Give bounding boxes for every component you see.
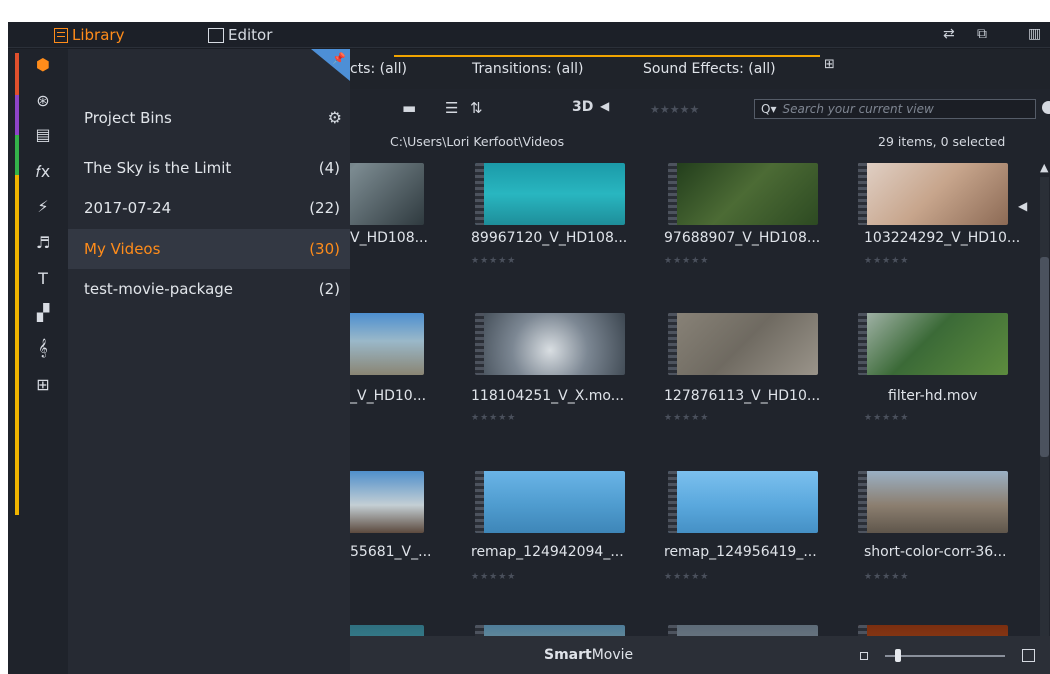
media-thumbnail[interactable] <box>475 163 625 225</box>
vertical-scrollbar[interactable] <box>1040 177 1049 647</box>
media-filename: 127876113_V_HD10... <box>664 388 821 404</box>
clear-search-icon[interactable] <box>1042 101 1050 114</box>
bin-label: The Sky is the Limit <box>84 159 232 177</box>
bin-label: My Videos <box>84 240 161 258</box>
media-rating[interactable]: ★★★★★ <box>471 572 516 582</box>
media-rating[interactable]: ★★★★★ <box>864 256 909 266</box>
add-tab-icon[interactable]: ⊞ <box>824 57 835 72</box>
titles-icon[interactable]: T <box>30 267 56 289</box>
bins-settings-icon[interactable]: ⚙ <box>328 108 342 127</box>
filter-tabs: cts: (all) Transitions: (all) Sound Effe… <box>350 49 1050 89</box>
pin-icon: 📌 <box>332 52 346 65</box>
media-thumbnail[interactable] <box>475 313 625 375</box>
bin-item[interactable]: The Sky is the Limit (4) <box>68 148 350 188</box>
item-count: 29 items, 0 selected <box>878 134 1006 149</box>
media-rating[interactable]: ★★★★★ <box>864 572 909 582</box>
app-window: Library Editor ⇄ ⧉ ▥ ⬢ ⊛ ▤ 𝑓x ⚡ ♬ T ▞ 𝄞 ⊞ Project… <box>8 22 1050 674</box>
bin-item[interactable]: 2017-07-24 (22) <box>68 188 350 228</box>
effects-icon[interactable]: 𝑓x <box>30 161 56 183</box>
media-filename: 89967120_V_HD108... <box>471 230 628 246</box>
bin-count: (30) <box>309 240 340 258</box>
media-rating[interactable]: ★★★★★ <box>664 572 709 582</box>
search-box[interactable]: Q▾ Search your current view <box>754 99 1050 119</box>
bin-count: (2) <box>318 280 340 298</box>
media-thumbnail[interactable] <box>668 313 818 375</box>
three-d-toggle[interactable]: 3D <box>572 99 593 115</box>
bin-item[interactable]: test-movie-package (2) <box>68 269 350 309</box>
media-rating[interactable]: ★★★★★ <box>864 413 909 423</box>
media-rating[interactable]: ★★★★★ <box>471 256 516 266</box>
search-input[interactable]: Search your current view <box>782 102 933 116</box>
project-bins-icon[interactable]: ⬢ <box>30 53 56 75</box>
tab-sound-effects[interactable]: Sound Effects: (all) <box>643 53 776 85</box>
scroll-up-icon[interactable]: ▲ <box>1040 161 1048 174</box>
rail-color-stripe <box>15 53 19 515</box>
collections-icon[interactable]: ▤ <box>30 123 56 145</box>
film-reel-icon[interactable]: ⊛ <box>30 89 56 111</box>
editor-tab[interactable]: Editor <box>208 25 272 45</box>
path-bar: C:\Users\Lori Kerfoot\Videos 29 items, 0… <box>350 131 1050 153</box>
bin-count: (22) <box>309 199 340 217</box>
bin-count: (4) <box>318 159 340 177</box>
zoom-slider-handle[interactable] <box>895 649 901 662</box>
category-rail: ⬢ ⊛ ▤ 𝑓x ⚡ ♬ T ▞ 𝄞 ⊞ <box>8 49 68 674</box>
rating-filter[interactable]: ★★★★★ <box>650 103 699 116</box>
current-path: C:\Users\Lori Kerfoot\Videos <box>390 134 565 149</box>
library-label: Library <box>72 26 125 44</box>
media-filename: short-color-corr-36... <box>864 544 1007 560</box>
zoom-slider[interactable] <box>885 655 1005 657</box>
score-icon[interactable]: 𝄞 <box>30 337 56 359</box>
media-filename: 118104251_V_X.mo... <box>471 388 625 404</box>
browser-toolbar: ▬ ☰ ⇅ 3D ◀ ★★★★★ Q▾ Search your current … <box>350 89 1050 129</box>
media-filename: remap_124942094_... <box>471 544 624 560</box>
editor-icon <box>208 27 224 43</box>
bottom-bar: SmartMovie <box>350 636 1050 674</box>
media-rating[interactable]: ★★★★★ <box>664 256 709 266</box>
montage-icon[interactable]: ▞ <box>30 301 56 323</box>
media-filename: remap_124956419_... <box>664 544 817 560</box>
zoom-large-icon[interactable] <box>1022 649 1035 662</box>
media-thumbnail[interactable] <box>475 471 625 533</box>
media-thumbnail[interactable] <box>350 163 424 225</box>
top-bar: Library Editor ⇄ ⧉ ▥ <box>8 22 1050 48</box>
swap-arrows-icon[interactable]: ⇄ <box>943 26 955 42</box>
side-tag-icon[interactable]: ◀ <box>1018 199 1027 213</box>
media-thumbnail[interactable] <box>858 471 1008 533</box>
bin-item[interactable]: My Videos (30) <box>68 229 350 269</box>
tab-effects[interactable]: cts: (all) <box>350 53 407 85</box>
media-thumbnail[interactable] <box>350 313 424 375</box>
transitions-icon[interactable]: ⚡ <box>30 195 56 217</box>
instruments-icon[interactable]: ⊞ <box>30 373 56 395</box>
library-icon <box>54 27 68 43</box>
search-icon[interactable]: Q▾ <box>761 102 776 116</box>
project-bins-panel: Project Bins ⚙ The Sky is the Limit (4) 20… <box>68 49 350 674</box>
bin-label: test-movie-package <box>84 280 234 298</box>
library-browser: cts: (all) Transitions: (all) Sound Effe… <box>350 49 1050 674</box>
sort-icon[interactable]: ⇅ <box>470 99 483 117</box>
media-thumbnail[interactable] <box>350 471 424 533</box>
media-rating[interactable]: ★★★★★ <box>471 413 516 423</box>
media-rating[interactable]: ★★★★★ <box>664 413 709 423</box>
panel-layout-icon[interactable]: ▥ <box>1028 26 1041 42</box>
library-tab[interactable]: Library <box>54 25 124 45</box>
media-thumbnail[interactable] <box>858 163 1008 225</box>
list-view-icon[interactable]: ☰ <box>445 99 458 117</box>
folder-icon[interactable]: ▬ <box>402 99 416 117</box>
tag-icon[interactable]: ◀ <box>600 99 609 113</box>
zoom-small-icon[interactable] <box>860 652 868 660</box>
media-thumbnail[interactable] <box>858 313 1008 375</box>
bin-label: 2017-07-24 <box>84 199 172 217</box>
media-filename: 103224292_V_HD10... <box>864 230 1021 246</box>
media-thumbnail[interactable] <box>668 163 818 225</box>
editor-label: Editor <box>228 26 273 44</box>
media-filename: 97688907_V_HD108... <box>664 230 821 246</box>
bins-heading: Project Bins <box>84 109 172 127</box>
tab-transitions[interactable]: Transitions: (all) <box>472 53 583 85</box>
scrollbar-thumb[interactable] <box>1040 257 1049 457</box>
smartmovie-button[interactable]: SmartMovie <box>544 647 633 663</box>
media-thumbnail[interactable] <box>668 471 818 533</box>
restore-window-icon[interactable]: ⧉ <box>977 26 987 42</box>
music-icon[interactable]: ♬ <box>30 231 56 253</box>
media-filename: filter-hd.mov <box>888 388 978 404</box>
